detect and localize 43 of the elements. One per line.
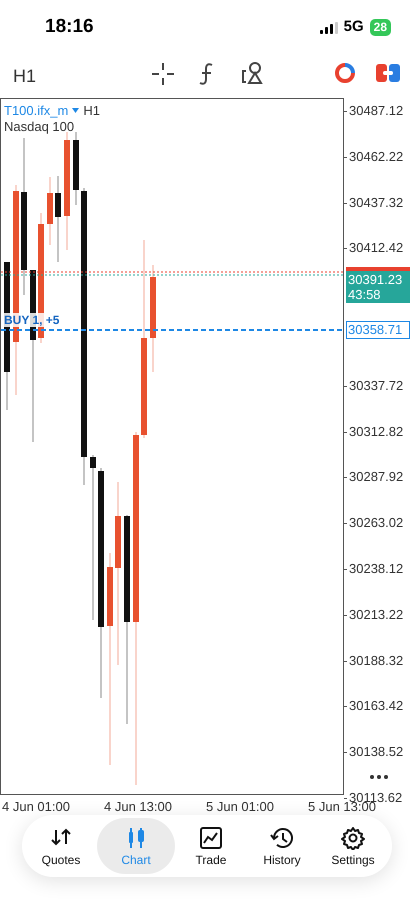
dropdown-icon[interactable] [72,108,80,114]
network-type: 5G [344,17,364,38]
price-tick-label: 30163.42 [349,698,404,714]
battery-indicator: 28 [370,19,391,36]
line-chart-icon [199,826,223,850]
position-label: BUY 1, +5 [3,313,60,327]
nav-tab[interactable]: Quotes [26,818,96,874]
bid-price: 30391.23 [348,272,404,287]
timeframe-button[interactable]: H1 [13,63,36,90]
price-tick-label: 30437.32 [349,194,404,211]
price-tick-label: 30263.02 [349,515,404,532]
symbol-description: Nasdaq 100 [4,118,74,136]
more-icon[interactable] [370,775,388,779]
signal-icon [320,22,338,34]
symbol-timeframe: H1 [83,102,100,120]
clock: 18:16 [45,15,94,40]
nav-tab[interactable]: Settings [318,818,388,874]
history-icon [270,826,294,850]
price-tick-label: 30487.12 [349,103,404,119]
time-tick-label: 4 Jun 13:00 [104,798,172,816]
candle [47,176,53,246]
symbol-selector[interactable]: T100.ifx_m [4,101,68,120]
crosshair-icon[interactable] [152,63,174,85]
price-tick-label: 30188.32 [349,652,404,669]
nav-tab[interactable]: Trade [176,818,246,874]
price-tick-label: 30138.52 [349,744,404,760]
price-tick-label: 30238.12 [349,561,404,577]
nav-tab[interactable]: History [247,818,317,874]
price-tick-label: 30287.92 [349,469,404,486]
position-price-label: 30358.71 [346,321,410,339]
settings-icon [341,826,365,850]
candle-countdown: 43:58 [348,287,382,302]
time-tick-label: 4 Jun 01:00 [2,798,70,816]
shapes-icon[interactable] [241,61,263,85]
price-tick-label: 30462.22 [349,148,404,165]
time-tick-label: 5 Jun 01:00 [206,798,274,816]
price-tick-label: 30312.82 [349,424,404,440]
price-tick-label: 30213.22 [349,606,404,623]
position-line[interactable] [1,329,343,331]
link-icon[interactable] [376,64,400,82]
price-tick-label: 30337.72 [349,378,404,394]
price-tick-label: 30412.42 [349,240,404,256]
indicator-icon[interactable] [334,62,356,84]
